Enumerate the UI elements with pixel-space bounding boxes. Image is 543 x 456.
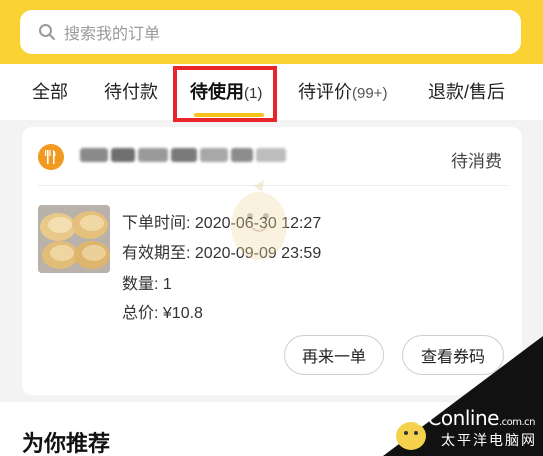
total-price: 总价: ¥10.8 — [122, 305, 203, 322]
watermark-sub: 太平洋电脑网 — [441, 432, 537, 448]
search-input[interactable]: 搜索我的订单 — [64, 20, 160, 44]
utensils-icon — [45, 150, 56, 164]
top-bar: 搜索我的订单 — [0, 0, 543, 64]
product-thumbnail[interactable] — [38, 205, 110, 273]
red-highlight-annotation — [173, 66, 277, 122]
order-status: 待消费 — [451, 152, 502, 171]
reorder-button[interactable]: 再来一单 — [284, 335, 384, 375]
tab-label: 全部 — [32, 82, 68, 102]
recommend-title: 为你推荐 — [22, 431, 111, 456]
tab-count: (99+) — [352, 85, 388, 102]
tab-label: 待评价 — [298, 82, 352, 102]
search-icon — [39, 24, 55, 40]
pconline-watermark: PConline.com.cn 太平洋电脑网 — [383, 336, 543, 456]
search-bar[interactable]: 搜索我的订单 — [20, 10, 521, 54]
watermark-brand: PConline.com.cn — [415, 406, 536, 430]
quantity: 数量: 1 — [122, 276, 172, 293]
store-name-blurred[interactable] — [80, 148, 290, 166]
tab-refund-aftersale[interactable]: 退款/售后 — [428, 78, 505, 104]
tab-label: 待付款 — [104, 82, 158, 102]
tab-pending-payment[interactable]: 待付款 — [104, 78, 158, 104]
tab-label: 退款/售后 — [428, 82, 506, 102]
tab-all[interactable]: 全部 — [32, 78, 68, 104]
watermark-mascot — [231, 180, 287, 260]
tab-pending-review[interactable]: 待评价(99+) — [298, 78, 387, 104]
store-icon — [38, 144, 64, 170]
